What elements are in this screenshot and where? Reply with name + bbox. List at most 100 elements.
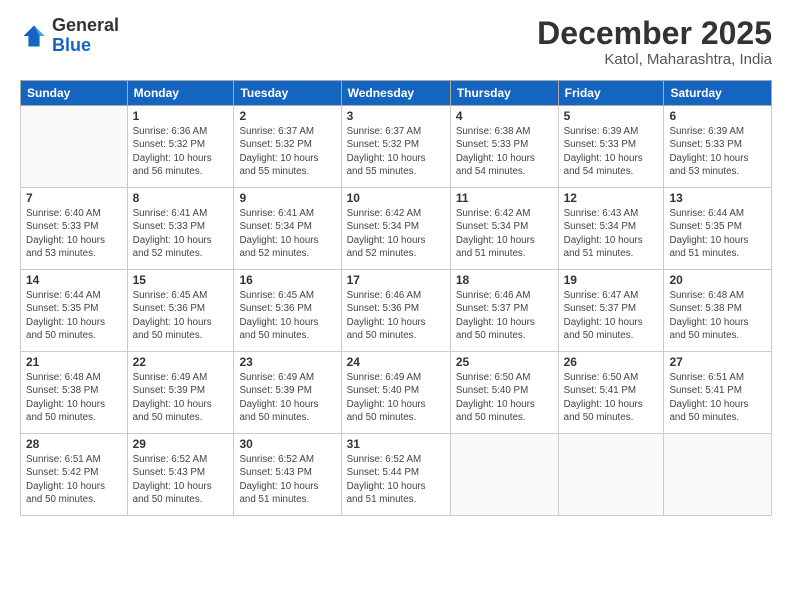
- day-info: Sunrise: 6:51 AMSunset: 5:41 PMDaylight:…: [669, 371, 766, 424]
- day-info: Sunrise: 6:37 AMSunset: 5:32 PMDaylight:…: [239, 125, 335, 178]
- day-number: 1: [133, 109, 229, 123]
- logo-blue-text: Blue: [52, 35, 91, 55]
- col-sunday: Sunday: [21, 81, 128, 106]
- day-info: Sunrise: 6:47 AMSunset: 5:37 PMDaylight:…: [564, 289, 659, 342]
- day-info: Sunrise: 6:49 AMSunset: 5:40 PMDaylight:…: [347, 371, 445, 424]
- day-info: Sunrise: 6:38 AMSunset: 5:33 PMDaylight:…: [456, 125, 553, 178]
- day-number: 12: [564, 191, 659, 205]
- cell-w5-d6: [558, 434, 664, 516]
- day-info: Sunrise: 6:52 AMSunset: 5:43 PMDaylight:…: [239, 453, 335, 506]
- cell-w4-d4: 24Sunrise: 6:49 AMSunset: 5:40 PMDayligh…: [341, 352, 450, 434]
- cell-w5-d1: 28 Sunrise: 6:51 AMSunset: 5:42 PMDayligh…: [21, 434, 128, 516]
- cell-w1-d6: 5Sunrise: 6:39 AMSunset: 5:33 PMDaylight…: [558, 106, 664, 188]
- day-info: Sunrise: 6:50 AMSunset: 5:41 PMDaylight:…: [564, 371, 659, 424]
- day-number: 15: [133, 273, 229, 287]
- day-number: 26: [564, 355, 659, 369]
- cell-w2-d7: 13 Sunrise: 6:44 AMSunset: 5:35 PMDayligh…: [664, 188, 772, 270]
- cell-w4-d1: 21Sunrise: 6:48 AMSunset: 5:38 PMDayligh…: [21, 352, 128, 434]
- week-row-1: 1Sunrise: 6:36 AMSunset: 5:32 PMDaylight…: [21, 106, 772, 188]
- cell-w1-d4: 3 Sunrise: 6:37 AMSunset: 5:32 PMDaylight…: [341, 106, 450, 188]
- day-number: 30: [239, 437, 335, 451]
- cell-w2-d2: 8 Sunrise: 6:41 AMSunset: 5:33 PMDaylight…: [127, 188, 234, 270]
- day-info: Sunrise: 6:42 AMSunset: 5:34 PMDaylight:…: [347, 207, 445, 260]
- page-container: General Blue December 2025 Katol, Mahara…: [0, 0, 792, 526]
- day-info: Sunrise: 6:39 AMSunset: 5:33 PMDaylight:…: [669, 125, 766, 178]
- day-info: Sunrise: 6:50 AMSunset: 5:40 PMDaylight:…: [456, 371, 553, 424]
- col-monday: Monday: [127, 81, 234, 106]
- day-number: 18: [456, 273, 553, 287]
- day-info: Sunrise: 6:52 AMSunset: 5:44 PMDaylight:…: [347, 453, 445, 506]
- month-year: December 2025: [537, 16, 772, 51]
- day-number: 9: [239, 191, 335, 205]
- logo: General Blue: [20, 16, 119, 56]
- cell-w4-d5: 25 Sunrise: 6:50 AMSunset: 5:40 PMDayligh…: [450, 352, 558, 434]
- cell-w2-d5: 11 Sunrise: 6:42 AMSunset: 5:34 PMDayligh…: [450, 188, 558, 270]
- cell-w1-d2: 1Sunrise: 6:36 AMSunset: 5:32 PMDaylight…: [127, 106, 234, 188]
- cell-w3-d1: 14 Sunrise: 6:44 AMSunset: 5:35 PMDayligh…: [21, 270, 128, 352]
- cell-w3-d7: 20Sunrise: 6:48 AMSunset: 5:38 PMDayligh…: [664, 270, 772, 352]
- day-number: 13: [669, 191, 766, 205]
- day-number: 22: [133, 355, 229, 369]
- day-info: Sunrise: 6:45 AMSunset: 5:36 PMDaylight:…: [239, 289, 335, 342]
- day-number: 20: [669, 273, 766, 287]
- day-info: Sunrise: 6:41 AMSunset: 5:33 PMDaylight:…: [133, 207, 229, 260]
- cell-w4-d3: 23 Sunrise: 6:49 AMSunset: 5:39 PMDayligh…: [234, 352, 341, 434]
- day-info: Sunrise: 6:49 AMSunset: 5:39 PMDaylight:…: [133, 371, 229, 424]
- day-number: 21: [26, 355, 122, 369]
- day-number: 14: [26, 273, 122, 287]
- day-number: 11: [456, 191, 553, 205]
- cell-w1-d7: 6Sunrise: 6:39 AMSunset: 5:33 PMDaylight…: [664, 106, 772, 188]
- day-number: 23: [239, 355, 335, 369]
- day-info: Sunrise: 6:42 AMSunset: 5:34 PMDaylight:…: [456, 207, 553, 260]
- col-wednesday: Wednesday: [341, 81, 450, 106]
- cell-w2-d1: 7Sunrise: 6:40 AMSunset: 5:33 PMDaylight…: [21, 188, 128, 270]
- day-info: Sunrise: 6:37 AMSunset: 5:32 PMDaylight:…: [347, 125, 445, 178]
- cell-w4-d7: 27 Sunrise: 6:51 AMSunset: 5:41 PMDayligh…: [664, 352, 772, 434]
- cell-w5-d2: 29Sunrise: 6:52 AMSunset: 5:43 PMDayligh…: [127, 434, 234, 516]
- cell-w4-d6: 26 Sunrise: 6:50 AMSunset: 5:41 PMDayligh…: [558, 352, 664, 434]
- day-number: 4: [456, 109, 553, 123]
- cell-w5-d3: 30 Sunrise: 6:52 AMSunset: 5:43 PMDayligh…: [234, 434, 341, 516]
- day-info: Sunrise: 6:46 AMSunset: 5:36 PMDaylight:…: [347, 289, 445, 342]
- cell-w1-d1: [21, 106, 128, 188]
- day-info: Sunrise: 6:44 AMSunset: 5:35 PMDaylight:…: [26, 289, 122, 342]
- day-info: Sunrise: 6:45 AMSunset: 5:36 PMDaylight:…: [133, 289, 229, 342]
- day-number: 28: [26, 437, 122, 451]
- day-number: 19: [564, 273, 659, 287]
- cell-w2-d4: 10 Sunrise: 6:42 AMSunset: 5:34 PMDayligh…: [341, 188, 450, 270]
- day-info: Sunrise: 6:43 AMSunset: 5:34 PMDaylight:…: [564, 207, 659, 260]
- day-number: 25: [456, 355, 553, 369]
- cell-w3-d3: 16 Sunrise: 6:45 AMSunset: 5:36 PMDayligh…: [234, 270, 341, 352]
- day-number: 7: [26, 191, 122, 205]
- day-number: 8: [133, 191, 229, 205]
- cell-w4-d2: 22 Sunrise: 6:49 AMSunset: 5:39 PMDayligh…: [127, 352, 234, 434]
- cell-w3-d6: 19 Sunrise: 6:47 AMSunset: 5:37 PMDayligh…: [558, 270, 664, 352]
- day-number: 31: [347, 437, 445, 451]
- cell-w3-d2: 15 Sunrise: 6:45 AMSunset: 5:36 PMDayligh…: [127, 270, 234, 352]
- day-number: 17: [347, 273, 445, 287]
- day-info: Sunrise: 6:46 AMSunset: 5:37 PMDaylight:…: [456, 289, 553, 342]
- calendar-body: 1Sunrise: 6:36 AMSunset: 5:32 PMDaylight…: [21, 106, 772, 516]
- cell-w3-d5: 18 Sunrise: 6:46 AMSunset: 5:37 PMDayligh…: [450, 270, 558, 352]
- col-thursday: Thursday: [450, 81, 558, 106]
- week-row-3: 14 Sunrise: 6:44 AMSunset: 5:35 PMDayligh…: [21, 270, 772, 352]
- week-row-5: 28 Sunrise: 6:51 AMSunset: 5:42 PMDayligh…: [21, 434, 772, 516]
- calendar: Sunday Monday Tuesday Wednesday Thursday…: [20, 80, 772, 516]
- location: Katol, Maharashtra, India: [537, 51, 772, 68]
- cell-w2-d3: 9Sunrise: 6:41 AMSunset: 5:34 PMDaylight…: [234, 188, 341, 270]
- col-friday: Friday: [558, 81, 664, 106]
- day-info: Sunrise: 6:49 AMSunset: 5:39 PMDaylight:…: [239, 371, 335, 424]
- day-number: 10: [347, 191, 445, 205]
- day-info: Sunrise: 6:52 AMSunset: 5:43 PMDaylight:…: [133, 453, 229, 506]
- day-number: 27: [669, 355, 766, 369]
- day-number: 3: [347, 109, 445, 123]
- day-number: 16: [239, 273, 335, 287]
- logo-icon: [20, 22, 48, 50]
- cell-w1-d5: 4 Sunrise: 6:38 AMSunset: 5:33 PMDaylight…: [450, 106, 558, 188]
- cell-w5-d5: [450, 434, 558, 516]
- logo-general-text: General: [52, 15, 119, 35]
- day-info: Sunrise: 6:51 AMSunset: 5:42 PMDaylight:…: [26, 453, 122, 506]
- header-row: Sunday Monday Tuesday Wednesday Thursday…: [21, 81, 772, 106]
- logo-text: General Blue: [52, 16, 119, 56]
- day-info: Sunrise: 6:44 AMSunset: 5:35 PMDaylight:…: [669, 207, 766, 260]
